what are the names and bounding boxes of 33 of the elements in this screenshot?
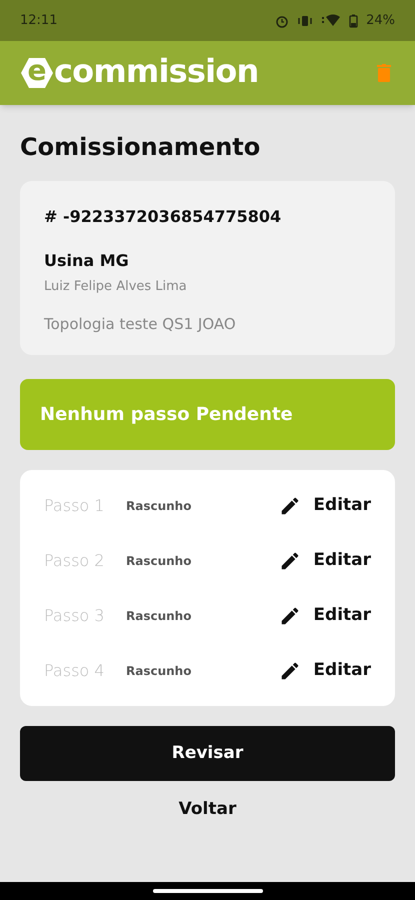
commission-id: # -9223372036854775804 [44, 206, 282, 228]
home-handle[interactable] [152, 889, 262, 893]
step-label: Passo 1 [44, 494, 106, 516]
status-time: 12:11 [20, 12, 58, 30]
topology-name: Topologia teste QS1 JOAO [44, 314, 237, 334]
step-status: Rascunho [126, 662, 192, 680]
page-title: Comissionamento [20, 132, 262, 163]
alarm-icon [275, 14, 290, 28]
trash-icon[interactable] [377, 64, 391, 82]
vibrate-icon [297, 14, 314, 26]
step-label: Passo 3 [44, 604, 106, 626]
step-label: Passo 2 [44, 550, 106, 572]
plant-name: Usina MG [44, 250, 130, 272]
status-banner: Nenhum passo Pendente [20, 379, 395, 450]
wifi-icon [321, 14, 342, 28]
step-status: Rascunho [126, 552, 192, 570]
back-button[interactable]: Voltar [170, 793, 244, 826]
step-status: Rascunho [126, 498, 192, 514]
pencil-icon [279, 550, 302, 572]
edit-button[interactable]: Editar [279, 602, 371, 628]
edit-button[interactable]: Editar [279, 492, 371, 518]
step-status: Rascunho [126, 608, 192, 624]
pencil-icon [279, 494, 302, 516]
review-button[interactable]: Revisar [20, 726, 395, 781]
step-label: Passo 4 [44, 660, 106, 682]
app-logo: e commission [20, 56, 258, 90]
edit-button[interactable]: Editar [279, 548, 371, 574]
battery-percent: 24% [366, 12, 395, 30]
pencil-icon [279, 660, 302, 682]
battery-icon [349, 14, 358, 28]
pencil-icon [279, 604, 302, 626]
person-name: Luiz Felipe Alves Lima [44, 278, 188, 296]
edit-button[interactable]: Editar [279, 658, 371, 684]
